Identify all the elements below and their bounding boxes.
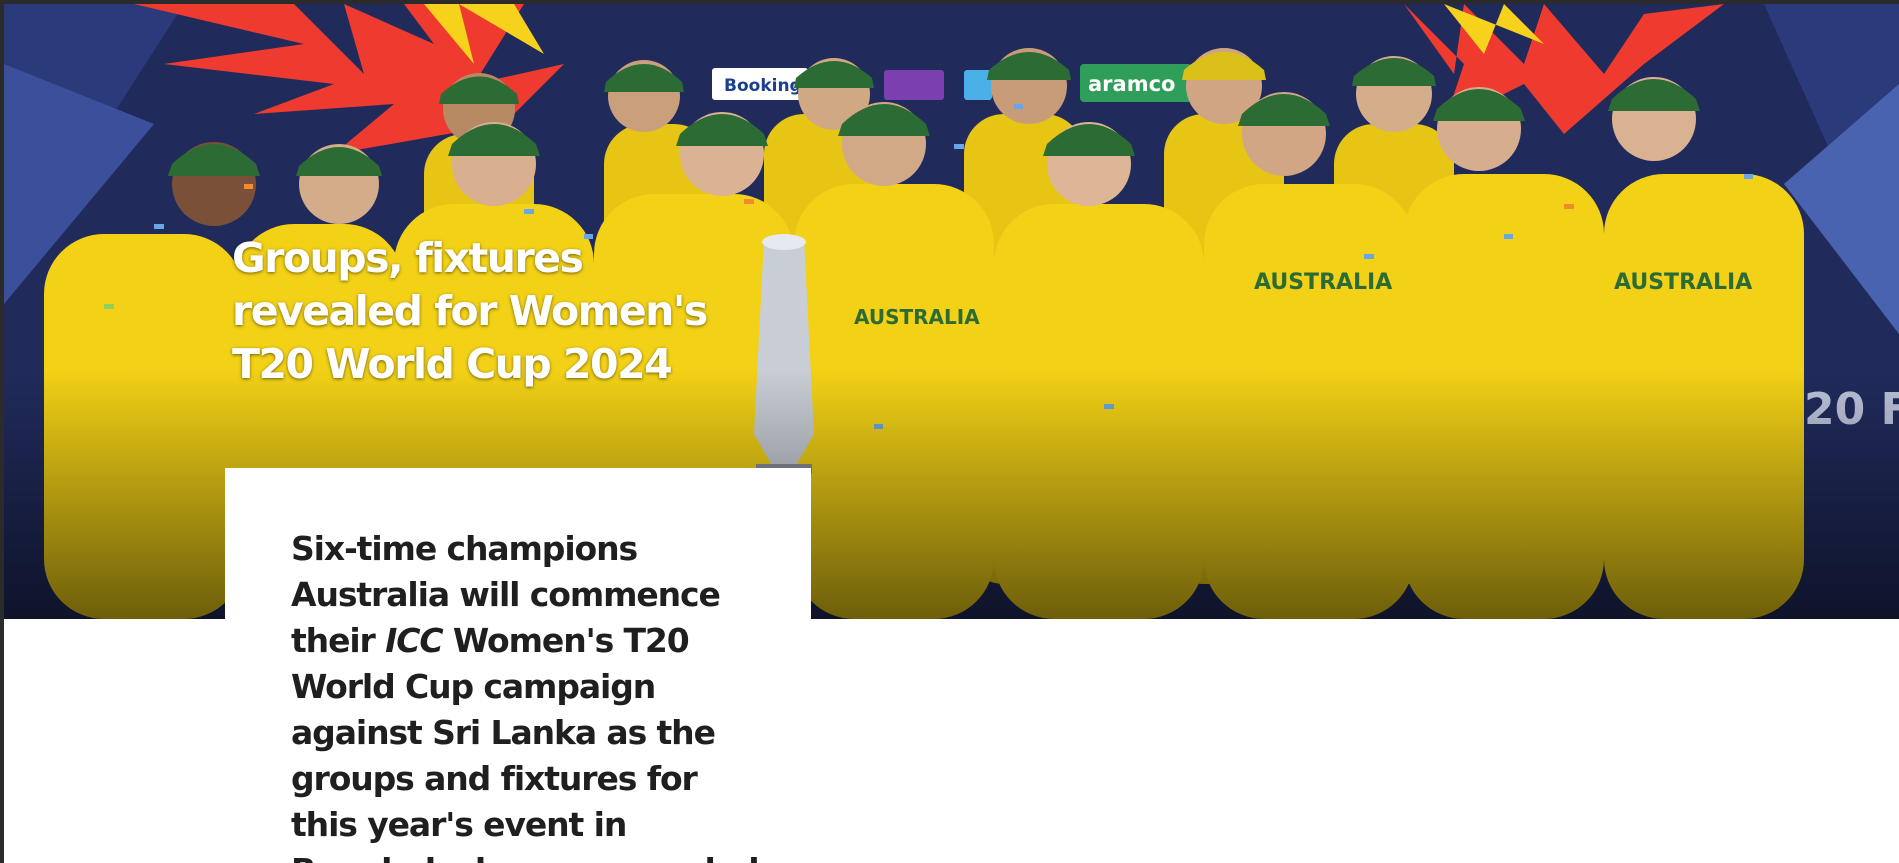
jersey-lettering: AUSTRALIA [854, 305, 980, 329]
sponsor-board-aramco: aramco [1088, 72, 1175, 96]
page: Booking.com aramco T20 FINAL [0, 0, 1899, 863]
article-summary: Six-time champions Australia will commen… [291, 526, 771, 863]
summary-emphasis: ICC [385, 621, 444, 660]
jersey-lettering: AUSTRALIA [1614, 270, 1752, 295]
summary-card: Six-time champions Australia will commen… [225, 468, 811, 863]
article-headline[interactable]: Groups, fixtures revealed for Women's T2… [232, 232, 772, 391]
jersey-lettering: AUSTRALIA [1254, 270, 1392, 295]
